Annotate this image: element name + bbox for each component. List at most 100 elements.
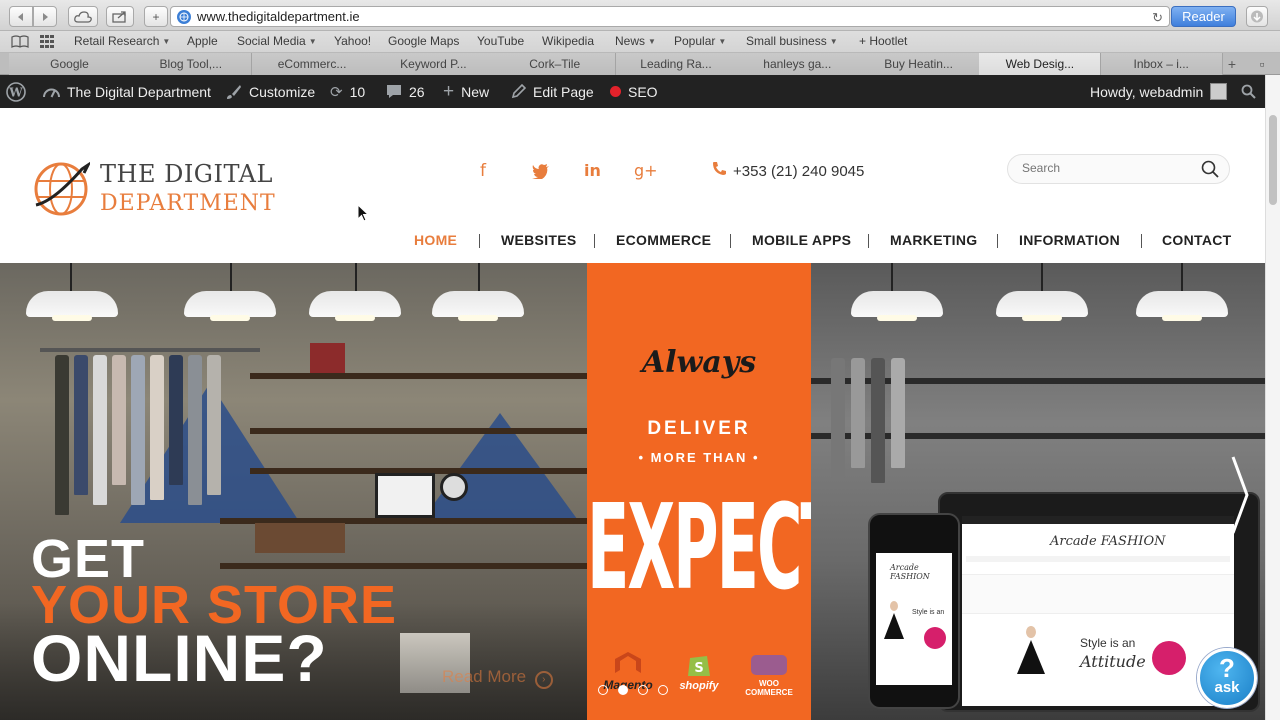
- browser-toolbar: + www.thedigitaldepartment.ie ↻ Reader: [0, 0, 1280, 31]
- icloud-button[interactable]: [68, 6, 98, 27]
- slider-dot[interactable]: [618, 685, 628, 695]
- updates-link[interactable]: ⟳ 10: [330, 75, 365, 108]
- nav-item-contact[interactable]: CONTACT: [1162, 232, 1232, 248]
- slider-dot[interactable]: [658, 685, 668, 695]
- browser-tab[interactable]: hanleys ga...: [736, 53, 859, 75]
- bookmark-item[interactable]: Small business ▼: [746, 34, 838, 48]
- url-text[interactable]: www.thedigitaldepartment.ie: [197, 9, 360, 24]
- admin-search-button[interactable]: [1241, 75, 1256, 108]
- svg-text:W: W: [8, 85, 23, 99]
- deliver-text: DELIVER: [647, 418, 751, 439]
- slider-dot[interactable]: [598, 685, 608, 695]
- bookmark-label: Popular: [674, 34, 716, 48]
- linkedin-icon[interactable]: in: [584, 161, 601, 180]
- site-name-link[interactable]: The Digital Department: [43, 75, 211, 108]
- new-content-link[interactable]: + New: [443, 75, 489, 108]
- browser-tab[interactable]: Keyword P...: [372, 53, 495, 75]
- bookmark-item[interactable]: YouTube: [477, 34, 524, 48]
- woocommerce-logo: WOO COMMERCE: [743, 655, 795, 697]
- new-label: New: [461, 83, 490, 100]
- slider-dot[interactable]: [638, 685, 648, 695]
- nav-item-mobile-apps[interactable]: MOBILE APPS: [752, 232, 851, 248]
- book-icon[interactable]: [11, 35, 29, 51]
- read-more-link[interactable]: Read More ›: [442, 667, 553, 689]
- nav-item-ecommerce[interactable]: ECOMMERCE: [616, 232, 711, 248]
- nav-item-marketing[interactable]: MARKETING: [890, 232, 977, 248]
- facebook-icon[interactable]: f: [480, 161, 486, 181]
- browser-tab[interactable]: Leading Ra...: [615, 53, 738, 75]
- wp-admin-bar: W The Digital Department Customize ⟳ 10 …: [0, 75, 1265, 108]
- bookmark-item[interactable]: Retail Research ▼: [74, 34, 170, 48]
- nav-item-home[interactable]: HOME: [414, 232, 457, 248]
- paintbrush-icon: [226, 84, 242, 100]
- downloads-button[interactable]: [1246, 6, 1268, 27]
- edit-page-link[interactable]: Edit Page: [511, 75, 594, 108]
- google-plus-icon[interactable]: g+: [634, 161, 658, 180]
- bookmark-item[interactable]: Apple: [187, 34, 218, 48]
- more-than-text: • MORE THAN •: [638, 450, 760, 465]
- chevron-down-icon: ▼: [162, 37, 171, 46]
- bookmark-item[interactable]: Social Media ▼: [237, 34, 317, 48]
- share-button[interactable]: [106, 6, 134, 27]
- slider-pagination: [598, 685, 668, 695]
- phone-icon: [712, 161, 727, 181]
- shopify-logo: S shopify: [675, 651, 723, 692]
- forward-button[interactable]: [33, 6, 57, 27]
- tab-overview-icon[interactable]: ▫: [1252, 53, 1272, 75]
- bookmark-item[interactable]: Yahoo!: [334, 34, 371, 48]
- logo-line2: DEPARTMENT: [100, 191, 276, 216]
- tablet-tagline2: Attitude: [1080, 652, 1146, 671]
- scrollbar-thumb[interactable]: [1269, 115, 1277, 205]
- grid-icon[interactable]: [40, 35, 55, 51]
- address-bar[interactable]: www.thedigitaldepartment.ie ↻: [170, 6, 1170, 27]
- site-search[interactable]: [1007, 154, 1230, 184]
- seo-status-dot-icon: [610, 86, 621, 97]
- tablet-tagline: Style is an: [1080, 636, 1136, 650]
- nav-item-information[interactable]: INFORMATION: [1019, 232, 1120, 248]
- shopify-bag-icon: S: [688, 656, 710, 676]
- read-more-label: Read More: [442, 667, 527, 686]
- browser-tab[interactable]: eCommerc...: [251, 53, 374, 75]
- site-logo[interactable]: THE DIGITAL DEPARTMENT: [34, 160, 276, 218]
- bookmark-item[interactable]: Google Maps: [388, 34, 459, 48]
- bookmarks-bar: Retail Research ▼ Apple Social Media ▼ Yahoo!…: [0, 31, 1280, 53]
- bookmark-item[interactable]: News ▼: [615, 34, 656, 48]
- reload-icon[interactable]: ↻: [1152, 10, 1163, 26]
- comments-link[interactable]: 26: [386, 75, 425, 108]
- search-input[interactable]: [1022, 161, 1202, 175]
- site-name: The Digital Department: [67, 83, 211, 100]
- chevron-down-icon: ▼: [718, 37, 727, 46]
- comment-icon: [386, 84, 402, 99]
- bookmark-item[interactable]: Wikipedia: [542, 34, 594, 48]
- phone-number[interactable]: +353 (21) 240 9045: [712, 161, 864, 181]
- slider-next-arrow-icon[interactable]: [1230, 455, 1250, 535]
- my-account-link[interactable]: Howdy, webadmin: [1090, 75, 1228, 108]
- bookmark-label: News: [615, 34, 646, 48]
- browser-tab[interactable]: Inbox – i...: [1100, 53, 1223, 75]
- page-scrollbar[interactable]: [1265, 75, 1280, 720]
- customize-link[interactable]: Customize: [226, 75, 315, 108]
- browser-tab[interactable]: Buy Heatin...: [858, 53, 981, 75]
- browser-tab[interactable]: Cork–Tile: [494, 53, 617, 75]
- browser-tab[interactable]: Blog Tool,...: [130, 53, 253, 75]
- seo-link[interactable]: SEO: [610, 75, 658, 108]
- store-photo-left: GET YOUR STORE ONLINE? Read More ›: [0, 263, 587, 720]
- new-tab-button[interactable]: +: [144, 6, 168, 27]
- ask-chat-widget[interactable]: ? ask: [1197, 648, 1257, 708]
- reader-button[interactable]: Reader: [1171, 6, 1236, 27]
- wordpress-logo-button[interactable]: W: [6, 75, 26, 108]
- bookmark-item[interactable]: Popular ▼: [674, 34, 726, 48]
- browser-tab[interactable]: Web Desig...: [979, 53, 1102, 75]
- search-icon[interactable]: [1201, 160, 1219, 178]
- bookmark-item[interactable]: + Hootlet: [859, 34, 907, 48]
- add-tab-icon[interactable]: +: [1222, 53, 1242, 75]
- twitter-icon[interactable]: [532, 161, 550, 184]
- woo-bubble-icon: [751, 655, 787, 675]
- ask-label: ask: [1214, 679, 1240, 696]
- nav-item-websites[interactable]: WEBSITES: [501, 232, 577, 248]
- phone-sale-badge: [924, 627, 946, 649]
- browser-tab[interactable]: Google: [9, 53, 131, 75]
- back-button[interactable]: [9, 6, 33, 27]
- arrow-circle-icon: ›: [534, 671, 553, 689]
- tablet-sale-badge: [1152, 641, 1186, 675]
